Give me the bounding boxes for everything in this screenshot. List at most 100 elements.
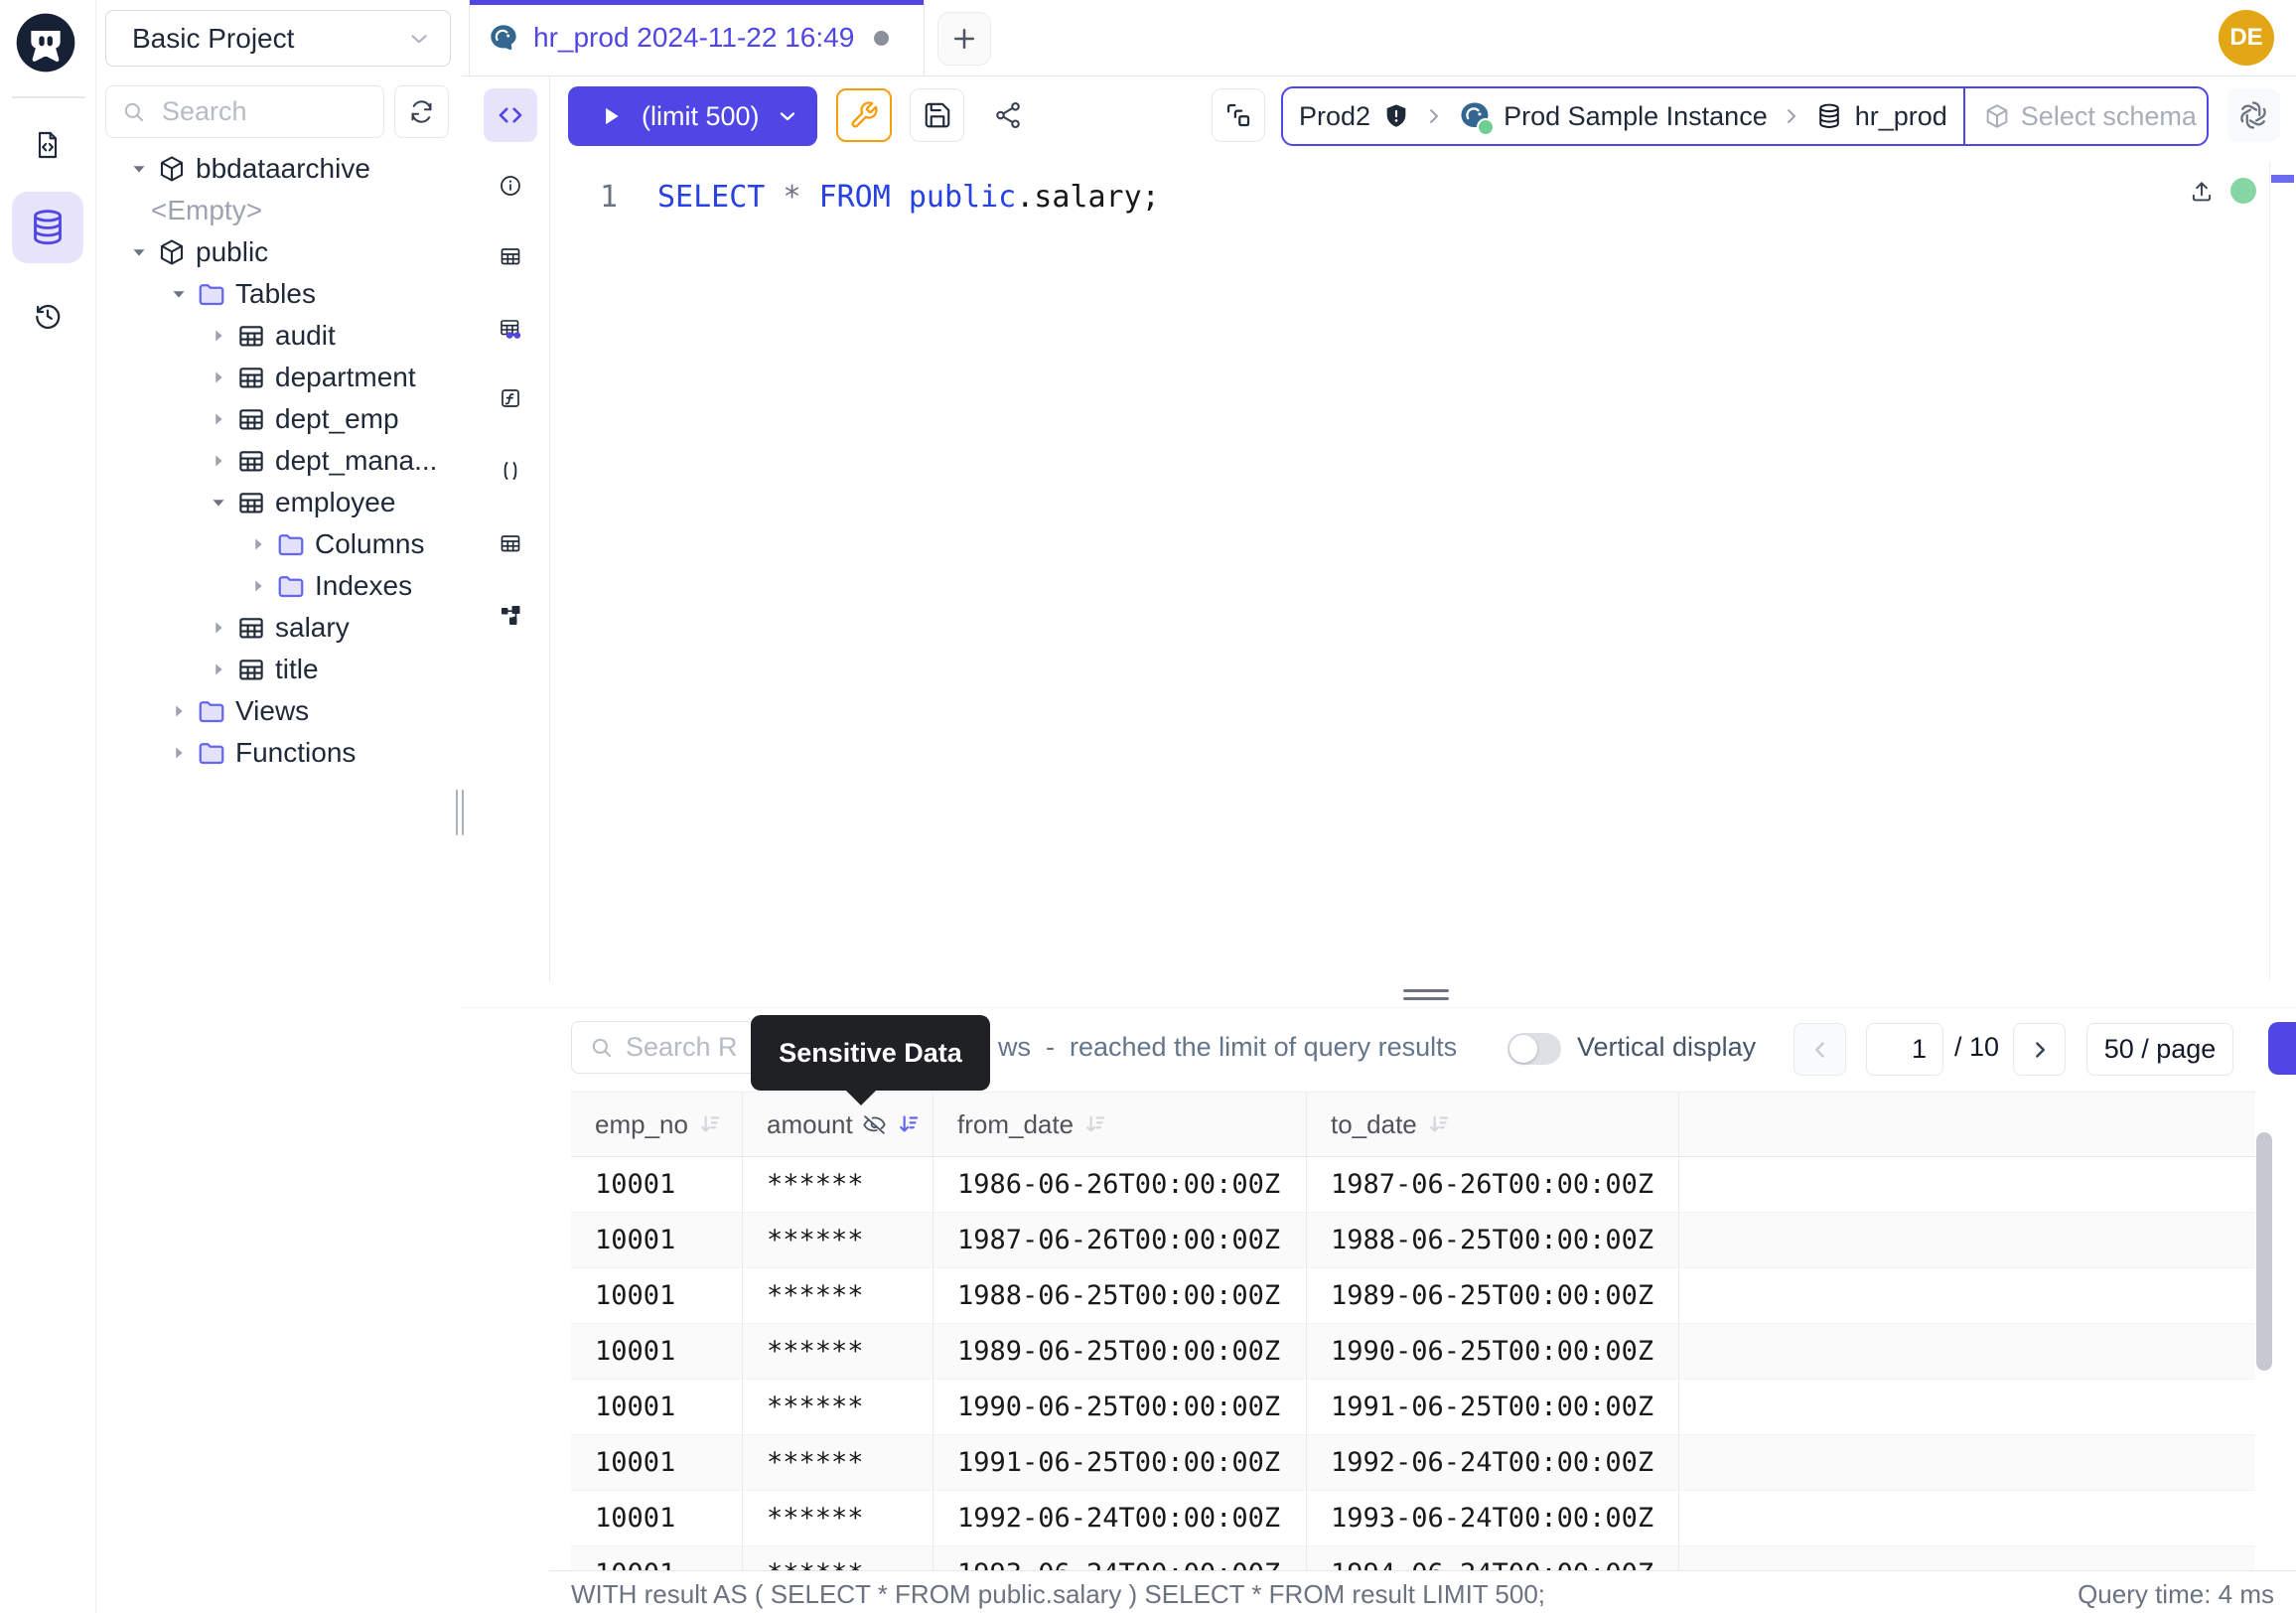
tree-item-views[interactable]: Views — [0, 690, 461, 732]
chevron-expanded-icon[interactable] — [124, 237, 154, 267]
schema-icon — [156, 236, 188, 268]
sort-icon[interactable] — [1426, 1111, 1452, 1137]
table-icon — [235, 403, 267, 435]
tree-item-bbdataarchive[interactable]: bbdataarchive — [0, 148, 461, 190]
table-cell: 10001 — [571, 1213, 743, 1268]
tree-item-label: dept_emp — [275, 403, 399, 435]
tree-item-dept-mana[interactable]: dept_mana... — [0, 440, 461, 482]
parentheses-icon[interactable] — [493, 453, 528, 489]
chevron-collapsed-icon[interactable] — [204, 446, 233, 476]
tree-item-label: department — [275, 362, 416, 393]
tree-item-indexes[interactable]: Indexes — [0, 565, 461, 607]
info-icon[interactable] — [493, 168, 528, 204]
chevron-collapsed-icon[interactable] — [204, 321, 233, 351]
tree-item-functions[interactable]: Functions — [0, 732, 461, 774]
run-query-button[interactable]: (limit 500) — [568, 86, 817, 146]
column-header-emp_no[interactable]: emp_no — [571, 1093, 743, 1156]
export-button[interactable] — [2268, 1022, 2296, 1075]
sidebar-resize-handle[interactable] — [456, 790, 466, 835]
tree-item-empty[interactable]: <Empty> — [0, 190, 461, 231]
refresh-icon[interactable] — [394, 85, 449, 138]
table-row[interactable]: 10001******1986-06-26T00:00:00Z1987-06-2… — [571, 1157, 2255, 1213]
table-row[interactable]: 10001******1991-06-25T00:00:00Z1992-06-2… — [571, 1435, 2255, 1491]
sql-token: public — [909, 180, 1016, 215]
connection-panel-button[interactable] — [1212, 88, 1265, 142]
table-cell: ****** — [743, 1268, 933, 1324]
tree-item-audit[interactable]: audit — [0, 315, 461, 357]
tree-item-tables[interactable]: Tables — [0, 273, 461, 315]
vertical-display-toggle[interactable] — [1507, 1033, 1561, 1065]
chevron-collapsed-icon[interactable] — [243, 529, 273, 559]
table-row[interactable]: 10001******1989-06-25T00:00:00Z1990-06-2… — [571, 1324, 2255, 1380]
tree-item-department[interactable]: department — [0, 357, 461, 398]
folder-icon — [275, 570, 307, 602]
table-row[interactable]: 10001******1990-06-25T00:00:00Z1991-06-2… — [571, 1380, 2255, 1435]
sql-token — [801, 180, 819, 215]
next-page-button[interactable] — [2013, 1023, 2066, 1076]
eye-off-icon[interactable] — [862, 1112, 887, 1137]
share-button[interactable] — [980, 88, 1035, 142]
folder-icon — [196, 695, 227, 727]
sidebar-search-input[interactable] — [105, 85, 384, 138]
table-row[interactable]: 10001******1988-06-25T00:00:00Z1989-06-2… — [571, 1268, 2255, 1324]
column-header-to_date[interactable]: to_date — [1307, 1093, 1679, 1156]
table-row[interactable]: 10001******1987-06-26T00:00:00Z1988-06-2… — [571, 1213, 2255, 1268]
column-label: emp_no — [595, 1109, 688, 1140]
page-total-label: / 10 — [1954, 1021, 1999, 1074]
shield-icon — [1382, 102, 1410, 130]
table-list-icon[interactable] — [493, 238, 528, 274]
table-cell: 10001 — [571, 1268, 743, 1324]
table-detail-icon[interactable] — [493, 525, 528, 561]
sort-icon-active[interactable] — [896, 1111, 922, 1137]
sort-icon[interactable] — [1082, 1111, 1108, 1137]
tree-item-columns[interactable]: Columns — [0, 523, 461, 565]
tree-item-employee[interactable]: employee — [0, 482, 461, 523]
panel-splitter-handle[interactable] — [1403, 986, 1449, 1002]
page-size-select[interactable]: 50 / page — [2086, 1023, 2233, 1076]
chevron-collapsed-icon[interactable] — [204, 613, 233, 643]
ai-assistant-icon[interactable] — [2226, 88, 2280, 142]
chevron-collapsed-icon[interactable] — [164, 738, 194, 768]
prev-page-button[interactable] — [1794, 1023, 1846, 1076]
chevron-collapsed-icon[interactable] — [164, 696, 194, 726]
chevron-expanded-icon[interactable] — [164, 279, 194, 309]
admin-wrench-button[interactable] — [836, 88, 892, 142]
breadcrumb-connection[interactable]: Prod2 Prod Sample Instance — [1283, 88, 1963, 144]
tree-item-label: Tables — [235, 278, 316, 310]
table-scrollbar[interactable] — [2256, 1132, 2272, 1371]
schema-diagram-icon[interactable] — [493, 597, 528, 633]
sort-icon[interactable] — [697, 1111, 723, 1137]
page-number-input[interactable] — [1866, 1023, 1943, 1076]
column-header-from_date[interactable]: from_date — [933, 1093, 1307, 1156]
code-panel-toggle[interactable] — [484, 88, 537, 142]
new-tab-button[interactable] — [937, 12, 991, 66]
chevron-expanded-icon[interactable] — [124, 154, 154, 184]
upload-icon[interactable] — [2183, 173, 2221, 211]
chevron-collapsed-icon[interactable] — [204, 404, 233, 434]
sql-editor-surface[interactable] — [550, 159, 2269, 981]
function-icon[interactable] — [493, 380, 528, 416]
tree-item-public[interactable]: public — [0, 231, 461, 273]
table-row[interactable]: 10001******1993-06-24T00:00:00Z1994-06-2… — [571, 1546, 2255, 1570]
table-row[interactable]: 10001******1992-06-24T00:00:00Z1993-06-2… — [571, 1491, 2255, 1546]
tree-item-title[interactable]: title — [0, 649, 461, 690]
masked-data-icon[interactable] — [493, 311, 528, 347]
postgres-icon — [488, 22, 519, 54]
run-options-chevron-icon[interactable] — [776, 104, 799, 128]
chevron-collapsed-icon[interactable] — [204, 655, 233, 684]
avatar[interactable]: DE — [2219, 10, 2274, 66]
table-cell: 1991-06-25T00:00:00Z — [1307, 1380, 1679, 1435]
save-button[interactable] — [910, 88, 964, 142]
tree-item-dept-emp[interactable]: dept_emp — [0, 398, 461, 440]
results-divider — [462, 1007, 2296, 1008]
tree-item-salary[interactable]: salary — [0, 607, 461, 649]
chevron-expanded-icon[interactable] — [204, 488, 233, 517]
table-cell: 10001 — [571, 1380, 743, 1435]
schema-icon — [156, 153, 188, 185]
select-schema-button[interactable]: Select schema — [1963, 88, 2215, 144]
chevron-collapsed-icon[interactable] — [243, 571, 273, 601]
tab-hr-prod[interactable]: hr_prod 2024-11-22 16:49 — [469, 0, 925, 75]
chevron-collapsed-icon[interactable] — [204, 363, 233, 392]
project-picker[interactable]: Basic Project — [105, 10, 451, 67]
column-header-amount[interactable]: amount — [743, 1093, 933, 1156]
